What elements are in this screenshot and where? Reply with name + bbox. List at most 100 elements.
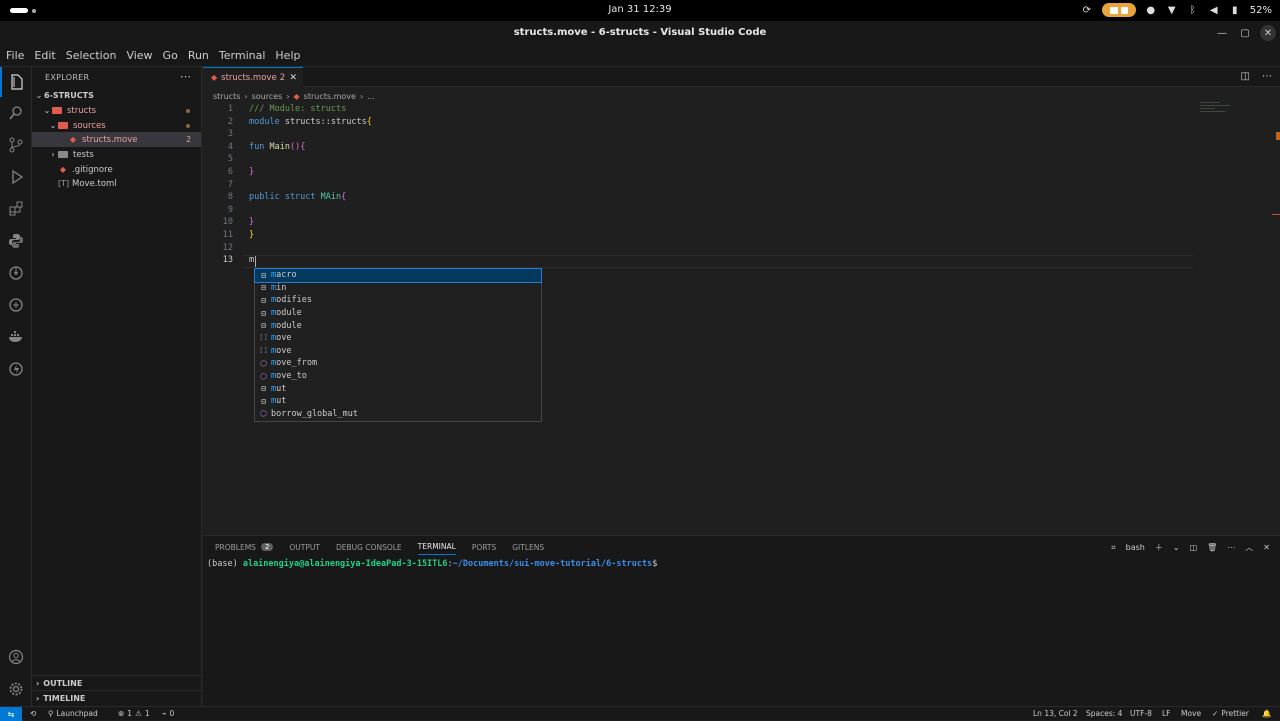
more-actions-icon[interactable]: ⋯ [1227, 543, 1235, 552]
project-name: 6-STRUCTS [44, 91, 94, 100]
remote-explorer-icon[interactable] [0, 290, 32, 320]
suggestion-item[interactable]: ⊟ macro [254, 268, 542, 283]
launchpad-status[interactable]: ⚲ Launchpad [48, 709, 98, 718]
run-debug-icon[interactable] [0, 162, 32, 192]
suggestion-item[interactable]: ⁞⁞ move [255, 345, 541, 358]
menu-selection[interactable]: Selection [64, 45, 123, 66]
menu-edit[interactable]: Edit [32, 45, 61, 66]
explorer-icon[interactable] [0, 67, 32, 97]
chevron-down-icon: ⌄ [43, 106, 51, 115]
cursor-position[interactable]: Ln 13, Col 2 [1033, 709, 1078, 718]
suggestion-item[interactable]: ⊟ module [255, 319, 541, 332]
close-icon[interactable]: ✕ [289, 73, 297, 83]
tree-label: tests [73, 149, 94, 160]
tree-file-move-toml[interactable]: [T] Move.toml [32, 176, 201, 191]
shell-name[interactable]: bash [1126, 543, 1145, 552]
source-control-icon[interactable] [0, 130, 32, 160]
ports-status[interactable]: ⌁ 0 [162, 709, 174, 718]
tree-file-gitignore[interactable]: ◆ .gitignore [32, 162, 201, 177]
keyword-icon: ⊟ [261, 384, 266, 394]
suggestion-item[interactable]: ⊟ min [255, 282, 541, 295]
language-mode[interactable]: Move [1181, 709, 1201, 718]
split-terminal-icon[interactable]: ◫ [1190, 543, 1198, 552]
terminal-output[interactable]: (base) alainengiya@alainengiya-IdeaPad-3… [207, 559, 657, 569]
screen-record-indicator[interactable] [1101, 3, 1136, 17]
menu-go[interactable]: Go [161, 45, 184, 66]
code-line-4: fun Main(){ [249, 142, 305, 152]
eol-status[interactable]: LF [1162, 709, 1171, 718]
bottom-panel: PROBLEMS 2 OUTPUT DEBUG CONSOLE TERMINAL … [203, 535, 1280, 706]
suggestion-item[interactable]: ⁞⁞ move [255, 332, 541, 345]
panel-tabs: PROBLEMS 2 OUTPUT DEBUG CONSOLE TERMINAL … [215, 542, 560, 555]
trash-icon[interactable]: 🗑 [1207, 543, 1217, 552]
breadcrumb-item[interactable]: ... [367, 92, 375, 101]
chevron-down-icon[interactable]: ⌄ [1173, 543, 1180, 552]
suggestion-item[interactable]: ⬡ move_to [255, 370, 541, 383]
more-actions-icon[interactable]: ⋯ [1262, 71, 1272, 82]
line-number: 8 [227, 192, 233, 203]
menu-help[interactable]: Help [273, 45, 306, 66]
search-icon[interactable] [0, 98, 32, 128]
tab-problems[interactable]: PROBLEMS 2 [215, 542, 274, 555]
suggestion-item[interactable]: ⬡ move_from [255, 357, 541, 370]
suggestion-item[interactable]: ⊟ mut [255, 382, 541, 395]
notifications-bell-icon[interactable]: 🔔 [1262, 709, 1271, 718]
maximize-button[interactable]: ▢ [1237, 25, 1253, 41]
tab-debug-console[interactable]: DEBUG CONSOLE [336, 542, 402, 555]
tree-label: structs.move [82, 134, 138, 145]
suggestion-item[interactable]: ⊟ modifies [255, 294, 541, 307]
line-number: 6 [227, 167, 233, 177]
suggestion-item[interactable]: ⊟ mut [255, 395, 541, 408]
tree-label: structs [67, 105, 97, 116]
more-actions-icon[interactable]: ⋯ [180, 70, 191, 83]
prettier-status[interactable]: ✓ Prettier [1212, 709, 1249, 718]
status-sync-icon[interactable]: ⟲ [30, 709, 36, 718]
chevron-right-icon: › [51, 150, 55, 159]
encoding-status[interactable]: UTF-8 [1130, 709, 1152, 718]
new-terminal-icon[interactable]: ＋ [1155, 542, 1163, 553]
suggestion-item[interactable]: ⊟ module [255, 307, 541, 320]
close-button[interactable]: ✕ [1260, 25, 1276, 41]
suggestion-item[interactable]: ⬡ borrow_global_mut [255, 408, 541, 421]
tab-structs-move[interactable]: ◆ structs.move 2 ✕ [203, 67, 303, 87]
deploy-icon[interactable] [0, 354, 32, 384]
gitlens-icon[interactable] [0, 258, 32, 288]
project-root[interactable]: ⌄ 6-STRUCTS [32, 88, 201, 103]
accounts-icon[interactable] [0, 642, 32, 672]
indentation-status[interactable]: Spaces: 4 [1086, 709, 1122, 718]
code-line-10: } [249, 217, 255, 228]
settings-gear-icon[interactable] [0, 674, 32, 704]
tab-gitlens[interactable]: GITLENS [512, 542, 544, 555]
tree-folder-tests[interactable]: › tests [32, 147, 201, 162]
minimap[interactable] [1200, 102, 1270, 116]
tab-ports[interactable]: PORTS [472, 542, 496, 555]
extensions-icon[interactable] [0, 194, 32, 224]
tree-file-structs-move[interactable]: ◆ structs.move 2 [32, 132, 201, 147]
remote-indicator-icon[interactable]: ⇆ [0, 707, 22, 721]
menu-file[interactable]: File [4, 45, 30, 66]
timeline-section[interactable]: › TIMELINE [32, 690, 201, 705]
activity-bar [0, 67, 32, 706]
split-editor-icon[interactable]: ◫ [1241, 71, 1250, 82]
tree-folder-sources[interactable]: ⌄ sources [32, 118, 201, 133]
python-icon[interactable] [0, 226, 32, 256]
menu-run[interactable]: Run [186, 45, 215, 66]
breadcrumb-item[interactable]: structs.move [304, 92, 356, 101]
close-panel-icon[interactable]: ✕ [1263, 543, 1270, 552]
menu-terminal[interactable]: Terminal [217, 45, 272, 66]
tab-problem-count: 2 [279, 72, 286, 83]
tab-output[interactable]: OUTPUT [289, 542, 320, 555]
maximize-panel-icon[interactable]: ︿ [1245, 542, 1253, 553]
minimize-button[interactable]: — [1214, 25, 1230, 41]
wifi-icon: ▼ [1167, 4, 1176, 16]
menu-view[interactable]: View [124, 45, 158, 66]
breadcrumb-item[interactable]: structs [213, 92, 240, 101]
outline-section[interactable]: › OUTLINE [32, 675, 201, 690]
system-tray[interactable]: ⟳ ● ▼ ᛒ ◀ ▮ 52% [1081, 3, 1272, 17]
docker-icon[interactable] [0, 322, 32, 352]
tree-folder-structs[interactable]: ⌄ structs [32, 103, 201, 118]
breadcrumb-item[interactable]: sources [252, 92, 283, 101]
tab-terminal[interactable]: TERMINAL [417, 542, 456, 555]
problems-status[interactable]: ⊗ 1 ⚠ 1 [118, 709, 150, 718]
code-line-13: m [249, 255, 255, 266]
